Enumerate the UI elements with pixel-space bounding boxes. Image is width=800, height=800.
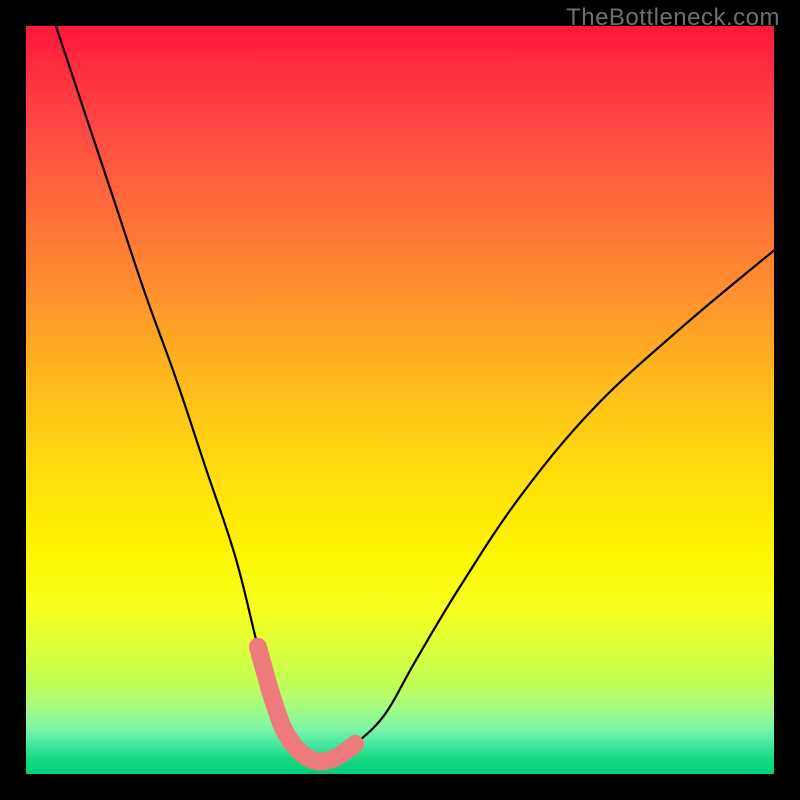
watermark-text: TheBottleneck.com [566,4,780,32]
plot-area [26,26,774,774]
sweet-spot-highlight [258,647,355,762]
chart-frame: TheBottleneck.com [0,0,800,800]
bottleneck-curve [56,26,774,762]
curve-layer [26,26,774,774]
